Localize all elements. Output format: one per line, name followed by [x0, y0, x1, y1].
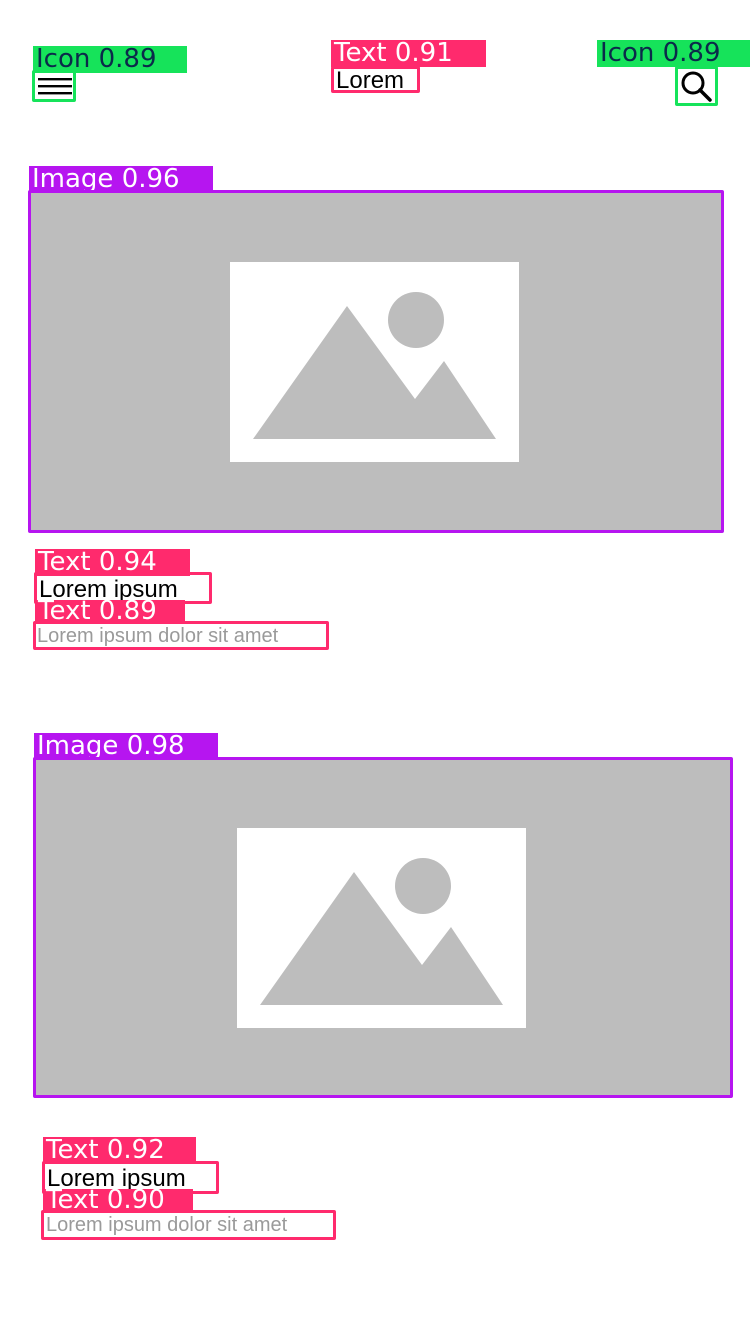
image-placeholder-icon	[237, 828, 526, 1028]
card-2-subtitle: Lorem ipsum dolor sit amet	[46, 1214, 288, 1236]
search-icon	[681, 71, 712, 102]
detection-label-menu-icon: Icon 0.89	[33, 46, 187, 73]
hamburger-icon	[38, 78, 72, 95]
detection-label-search-icon: Icon 0.89	[597, 40, 750, 67]
card-2-subtitle-box: Lorem ipsum dolor sit amet	[41, 1210, 336, 1240]
detection-label-image-1: Image 0.96	[29, 166, 213, 193]
card-1-subtitle-box: Lorem ipsum dolor sit amet	[33, 621, 329, 650]
search-button[interactable]	[675, 66, 718, 106]
card-1-subtitle: Lorem ipsum dolor sit amet	[37, 625, 279, 647]
page-title-box: Lorem	[331, 66, 420, 94]
card-image-2[interactable]	[33, 757, 733, 1098]
page-title: Lorem	[336, 67, 405, 94]
card-image-1[interactable]	[28, 190, 724, 533]
detection-label-card-2-title: Text 0.92	[43, 1137, 196, 1164]
image-placeholder-icon	[230, 262, 519, 462]
detection-label-title: Text 0.91	[331, 40, 486, 67]
detection-label-image-2: Image 0.98	[34, 733, 218, 760]
menu-button[interactable]	[32, 70, 76, 102]
